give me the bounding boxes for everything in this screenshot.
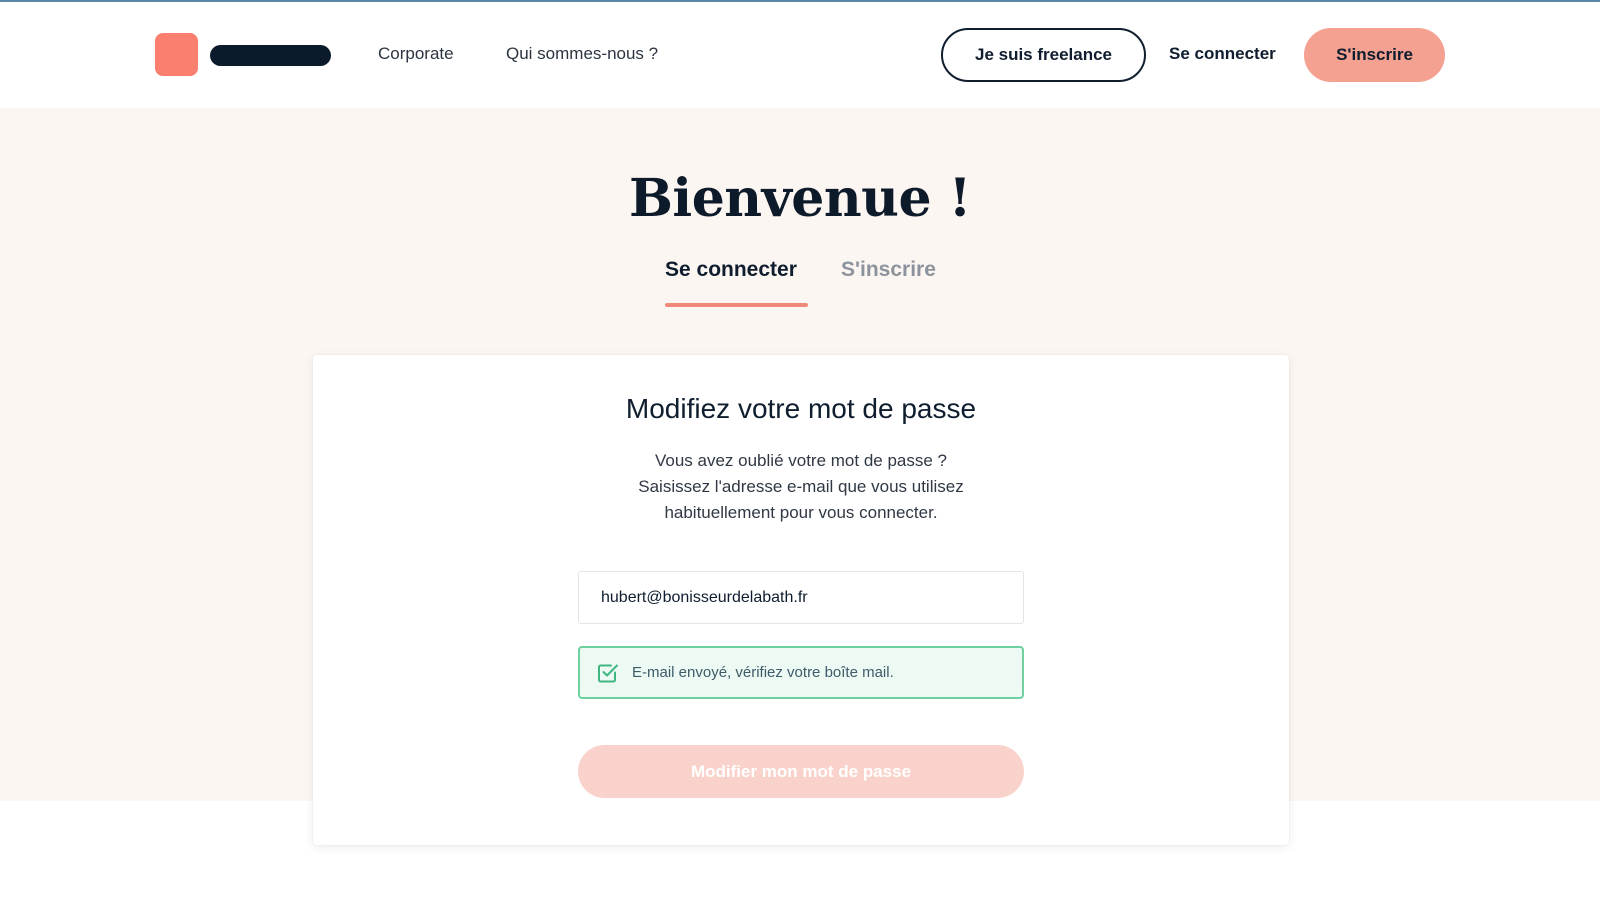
page-title: Bienvenue ! — [628, 168, 972, 229]
check-square-icon — [598, 664, 618, 682]
active-tab-indicator — [665, 303, 808, 307]
card-title: Modifiez votre mot de passe — [625, 393, 977, 424]
description-line-1: Vous avez oublié votre mot de passe ? — [654, 451, 947, 470]
description-line-2: Saisissez l'adresse e-mail que vous util… — [638, 477, 964, 496]
email-field[interactable] — [578, 571, 1024, 624]
card-description: Vous avez oublié votre mot de passe ? Sa… — [313, 448, 1289, 526]
tab-signup[interactable]: S'inscrire — [841, 258, 936, 282]
logo-wordmark[interactable] — [210, 45, 331, 66]
freelance-button[interactable]: Je suis freelance — [941, 28, 1146, 82]
site-header: Corporate Qui sommes-nous ? Je suis free… — [0, 2, 1600, 108]
nav-link-about[interactable]: Qui sommes-nous ? — [506, 44, 658, 64]
header-signup-button[interactable]: S'inscrire — [1304, 28, 1445, 82]
nav-link-corporate[interactable]: Corporate — [378, 44, 454, 64]
description-line-3: habituellement pour vous connecter. — [664, 503, 938, 522]
tab-login[interactable]: Se connecter — [665, 258, 797, 282]
change-password-button[interactable]: Modifier mon mot de passe — [578, 745, 1024, 798]
success-message: E-mail envoyé, vérifiez votre boîte mail… — [632, 664, 894, 681]
header-login-link[interactable]: Se connecter — [1169, 44, 1276, 64]
logo-mark[interactable] — [155, 33, 198, 76]
success-alert: E-mail envoyé, vérifiez votre boîte mail… — [578, 646, 1024, 699]
password-reset-card: Modifiez votre mot de passe Vous avez ou… — [313, 355, 1289, 845]
